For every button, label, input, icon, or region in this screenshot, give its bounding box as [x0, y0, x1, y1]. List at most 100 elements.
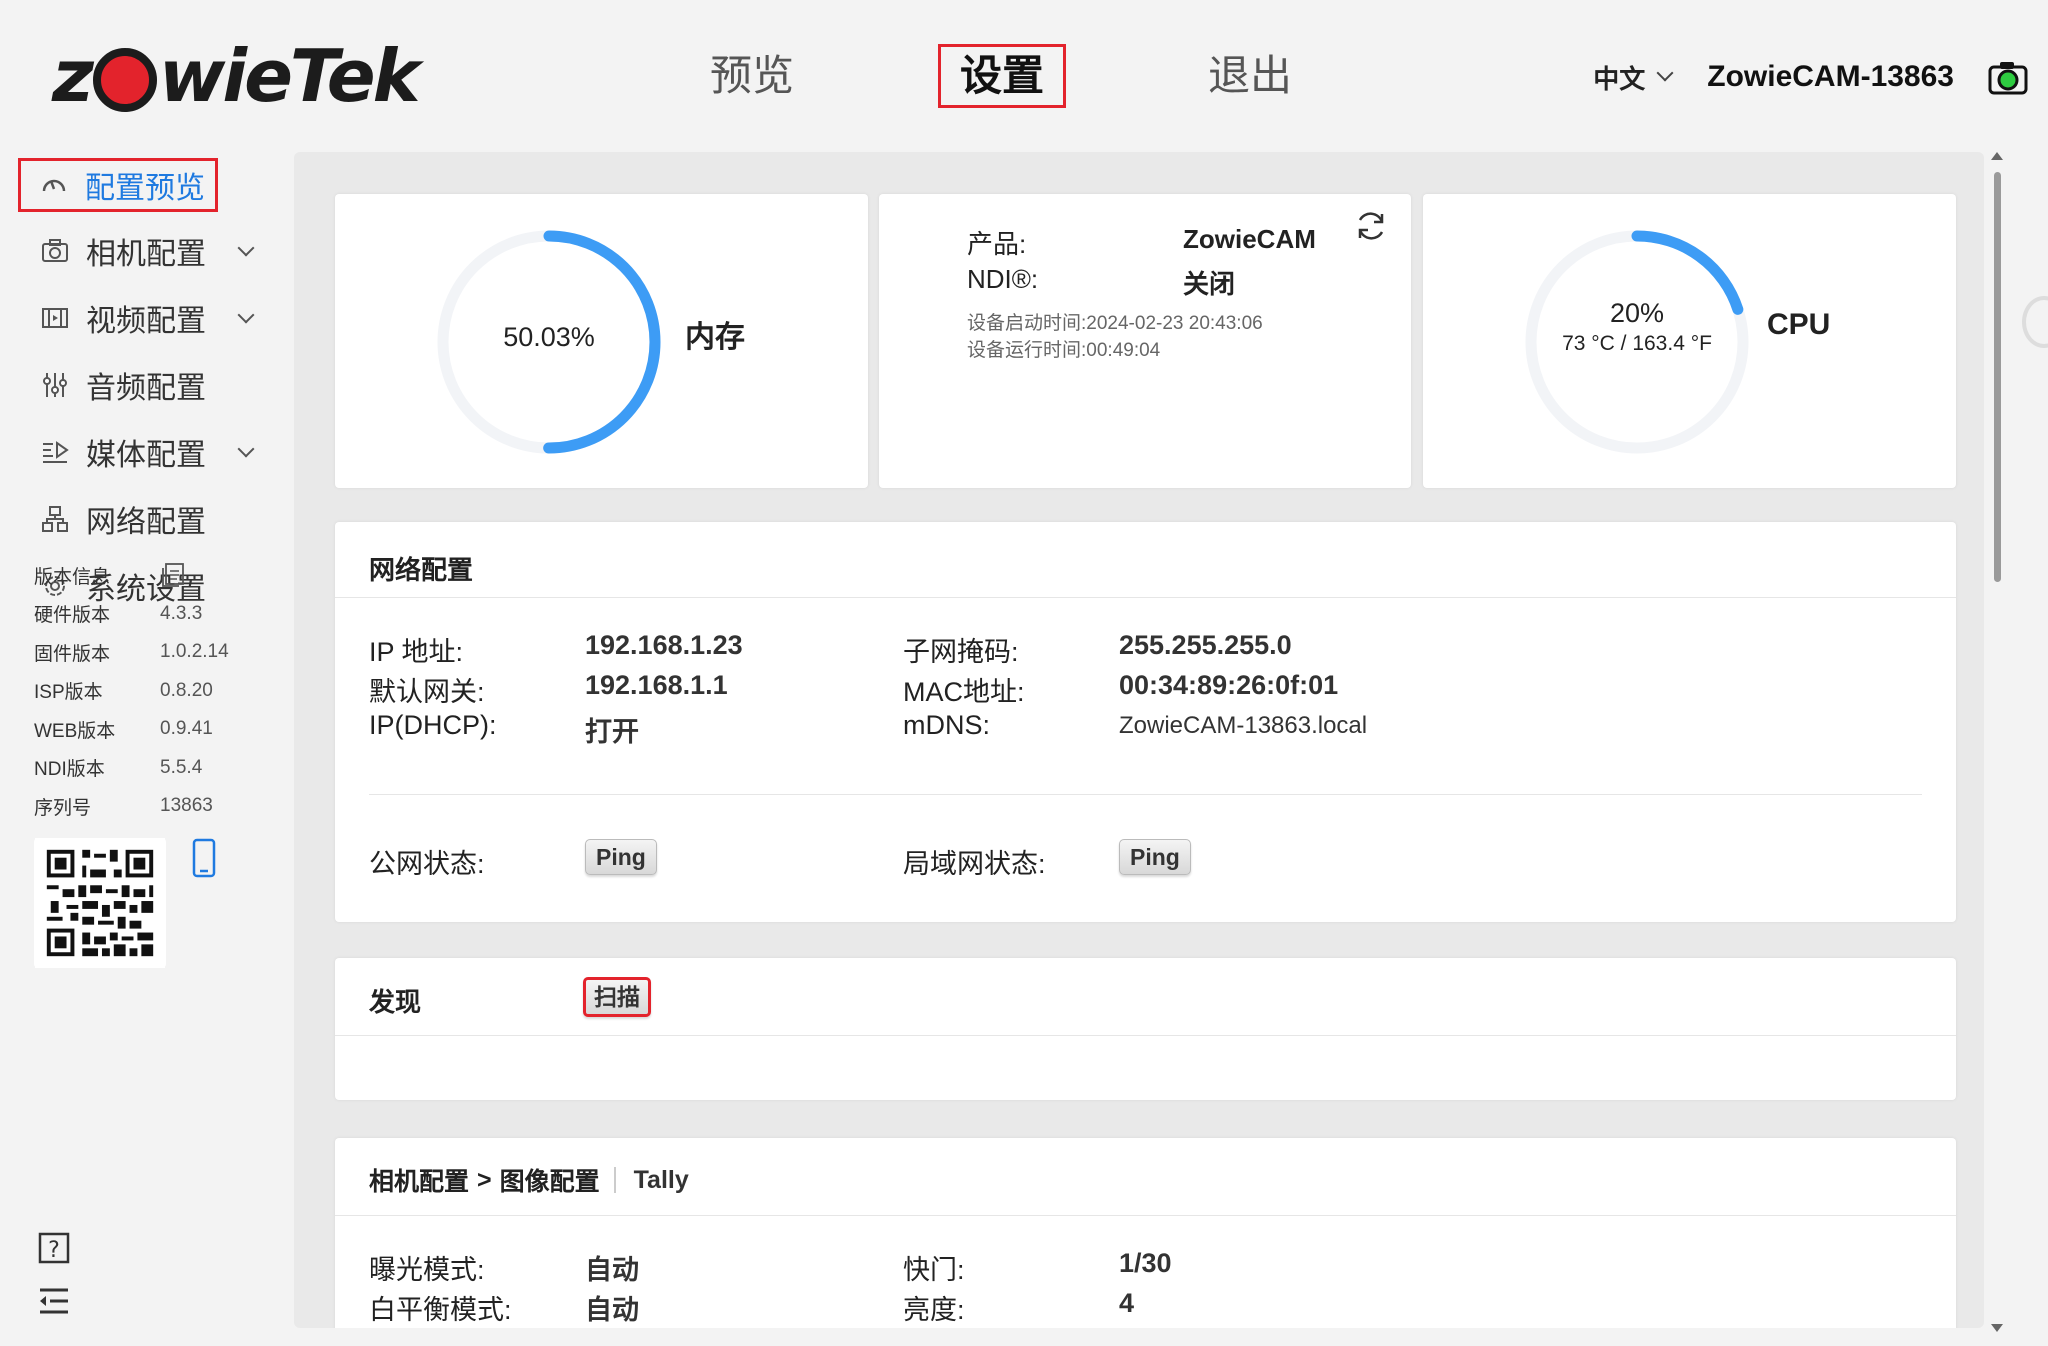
- sidebar-item-network[interactable]: 网络配置: [40, 492, 206, 546]
- sidebar-item-label: 音频配置: [86, 372, 206, 405]
- divider: [335, 1035, 1956, 1036]
- page: z wieTek 预览 设置 退出 中文 ZowieCAM-13863 配置预览…: [0, 0, 2048, 1346]
- wb-value: 自动: [585, 1295, 639, 1325]
- dashboard-icon: [39, 170, 69, 200]
- version-info: 版本信息 硬件版本 4.3.3 固件版本 1.0.2.14 ISP版本 0.8.20 …: [34, 556, 274, 826]
- camera-status-icon[interactable]: [1988, 59, 2028, 95]
- memory-card: 50.03% 内存: [335, 194, 868, 488]
- equalizer-icon: [40, 370, 70, 400]
- version-title-row: 版本信息: [34, 556, 274, 595]
- lan-ping-button[interactable]: Ping: [1119, 839, 1191, 875]
- product-row: 产品: ZowieCAM: [967, 224, 1387, 259]
- version-value: 0.9.41: [160, 718, 213, 740]
- version-key: NDI版本: [34, 759, 105, 781]
- cpu-label: CPU: [1767, 308, 1831, 341]
- version-row: 硬件版本 4.3.3: [34, 595, 274, 634]
- discovery-title: 发现: [369, 987, 422, 1017]
- version-row: ISP版本 0.8.20: [34, 672, 274, 711]
- nav-settings[interactable]: 设置: [938, 44, 1066, 108]
- wb-key: 白平衡模式:: [369, 1295, 512, 1325]
- floating-assist-icon[interactable]: [2022, 296, 2048, 348]
- breadcrumb: 相机配置 > 图像配置 Tally: [369, 1162, 689, 1198]
- scan-button[interactable]: 扫描: [583, 977, 651, 1017]
- breadcrumb-arrow: >: [477, 1165, 492, 1194]
- breadcrumb-image[interactable]: 图像配置: [500, 1162, 600, 1198]
- media-icon: [40, 437, 70, 467]
- memory-percent: 50.03%: [503, 322, 595, 352]
- version-row: NDI版本 5.5.4: [34, 749, 274, 788]
- refresh-icon[interactable]: [1353, 208, 1389, 244]
- sidebar-item-audio[interactable]: 音频配置: [40, 358, 206, 412]
- product-value: ZowieCAM: [1183, 224, 1316, 254]
- sidebar-item-media[interactable]: 媒体配置: [40, 425, 255, 479]
- version-value: 5.5.4: [160, 756, 203, 778]
- version-key: WEB版本: [34, 720, 116, 742]
- chevron-down-icon: [237, 440, 255, 458]
- version-row: WEB版本 0.9.41: [34, 710, 274, 749]
- nav-logout[interactable]: 退出: [1200, 44, 1300, 108]
- ndi-key: NDI®:: [967, 264, 1039, 294]
- ip-key: IP 地址:: [369, 637, 464, 667]
- sidebar-item-video[interactable]: 视频配置: [40, 291, 255, 345]
- help-icon[interactable]: ?: [38, 1232, 70, 1264]
- collapse-menu-icon[interactable]: [38, 1286, 70, 1316]
- sidebar-item-label: 相机配置: [86, 238, 206, 271]
- version-key: 硬件版本: [34, 605, 111, 627]
- discovery-card: 发现 扫描: [335, 958, 1956, 1100]
- wan-status-key: 公网状态:: [369, 849, 485, 879]
- memory-label: 内存: [685, 321, 745, 354]
- divider: [369, 794, 1922, 795]
- header: z wieTek 预览 设置 退出 中文 ZowieCAM-13863: [0, 0, 2048, 150]
- cpu-temperature: 73 °C / 163.4 °F: [1562, 332, 1712, 355]
- sidebar-item-camera[interactable]: 相机配置: [40, 224, 255, 278]
- chevron-down-icon: [237, 239, 255, 257]
- wan-ping-button[interactable]: Ping: [585, 839, 657, 875]
- chevron-down-icon: [237, 306, 255, 324]
- svg-text:?: ?: [48, 1238, 60, 1263]
- version-value: 0.8.20: [160, 679, 213, 701]
- language-select[interactable]: 中文: [1593, 59, 1674, 96]
- sidebar-item-label: 视频配置: [86, 305, 206, 338]
- shutter-key: 快门:: [903, 1255, 965, 1285]
- product-key: 产品:: [967, 229, 1027, 259]
- version-value: 1.0.2.14: [160, 641, 229, 663]
- shutter-value: 1/30: [1119, 1248, 1172, 1278]
- device-name: ZowieCAM-13863: [1707, 60, 1954, 93]
- tab-tally[interactable]: Tally: [634, 1166, 689, 1195]
- version-key: 序列号: [34, 797, 92, 819]
- vertical-scrollbar[interactable]: [1988, 152, 2006, 1332]
- brightness-value: 4: [1119, 1288, 1135, 1318]
- network-title: 网络配置: [369, 555, 474, 585]
- scroll-down-arrow[interactable]: [1991, 1324, 2003, 1332]
- dhcp-value: 打开: [585, 717, 639, 747]
- mdns-value: ZowieCAM-13863.local: [1119, 712, 1368, 739]
- run-time: 设备运行时间:00:49:04: [967, 340, 1161, 361]
- header-right: 中文 ZowieCAM-13863: [1593, 52, 2028, 102]
- copy-icon[interactable]: [160, 562, 186, 588]
- mobile-icon[interactable]: [192, 838, 216, 878]
- chevron-down-icon: [1656, 64, 1674, 82]
- version-row: 固件版本 1.0.2.14: [34, 633, 274, 672]
- sidebar-item-overview[interactable]: 配置预览: [18, 158, 218, 212]
- nav-preview[interactable]: 预览: [702, 44, 802, 108]
- mac-value: 00:34:89:26:0f:01: [1119, 670, 1339, 700]
- breadcrumb-separator: [613, 1167, 616, 1193]
- network-card: 网络配置 IP 地址: 192.168.1.23 子网掩码: 255.255.2…: [335, 522, 1956, 922]
- language-label: 中文: [1593, 63, 1646, 94]
- lan-status-key: 局域网状态:: [903, 849, 1046, 879]
- gateway-value: 192.168.1.1: [585, 670, 728, 700]
- network-icon: [40, 504, 70, 534]
- main-content: 50.03% 内存 产品: ZowieCAM NDI®: 关闭 设备启动时间:2…: [294, 152, 1984, 1328]
- scroll-up-arrow[interactable]: [1991, 152, 2003, 160]
- ndi-row: NDI®: 关闭: [967, 264, 1387, 299]
- version-value: 13863: [160, 795, 213, 817]
- scroll-thumb[interactable]: [1994, 172, 2001, 582]
- version-title: 版本信息: [34, 566, 111, 588]
- qr-code: [34, 838, 166, 968]
- divider: [335, 1215, 1956, 1216]
- film-icon: [40, 303, 70, 333]
- breadcrumb-camera[interactable]: 相机配置: [369, 1162, 469, 1198]
- version-key: ISP版本: [34, 682, 103, 704]
- sidebar-item-label: 配置预览: [85, 172, 205, 205]
- sidebar-item-label: 网络配置: [86, 506, 206, 539]
